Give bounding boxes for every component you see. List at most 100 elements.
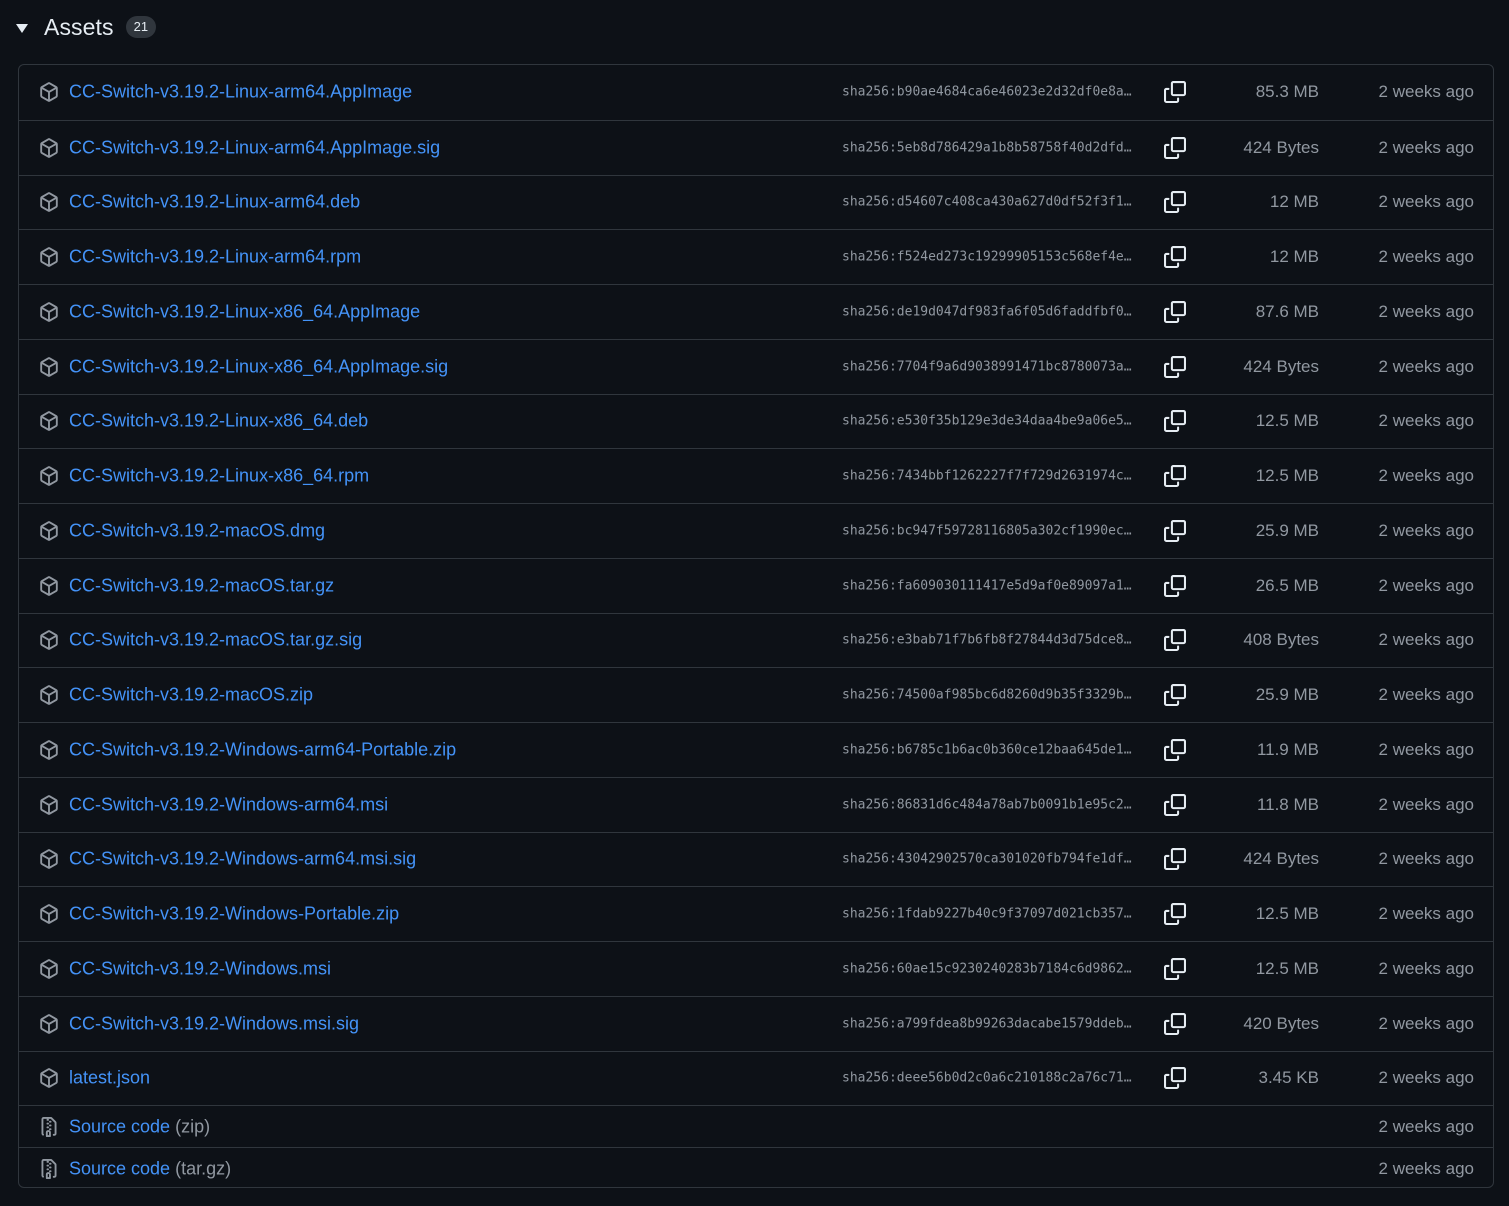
source-code-date: 2 weeks ago	[1378, 1158, 1474, 1178]
asset-row: CC-Switch-v3.19.2-macOS.tar.gz.sig sha256…	[19, 612, 1493, 668]
asset-date: 2 weeks ago	[1378, 1013, 1474, 1033]
asset-link[interactable]: CC-Switch-v3.19.2-Linux-x86_64.deb	[69, 411, 368, 432]
asset-link[interactable]: CC-Switch-v3.19.2-macOS.tar.gz.sig	[69, 630, 362, 651]
asset-row: CC-Switch-v3.19.2-Windows-Portable.zip sh…	[19, 886, 1493, 941]
asset-date: 2 weeks ago	[1378, 192, 1474, 212]
asset-sha256: sha256:b6785c1b6ac0b360ce12baa645de1…	[842, 742, 1132, 758]
asset-link[interactable]: CC-Switch-v3.19.2-Windows-arm64.msi.sig	[69, 849, 416, 870]
asset-date: 2 weeks ago	[1378, 739, 1474, 759]
asset-sha256: sha256:de19d047df983fa6f05d6faddfbf0…	[842, 304, 1132, 320]
assets-list: CC-Switch-v3.19.2-Linux-arm64.AppImage sh…	[18, 64, 1494, 1188]
package-icon	[39, 575, 59, 596]
asset-row: CC-Switch-v3.19.2-Linux-arm64.deb sha256:…	[19, 174, 1493, 230]
asset-size: 424 Bytes	[1243, 356, 1319, 376]
asset-link[interactable]: CC-Switch-v3.19.2-Linux-arm64.deb	[69, 192, 360, 213]
asset-size: 424 Bytes	[1243, 849, 1319, 869]
asset-link[interactable]: CC-Switch-v3.19.2-Linux-x86_64.AppImage.…	[69, 356, 448, 377]
copy-icon[interactable]	[1164, 81, 1186, 104]
asset-link[interactable]: CC-Switch-v3.19.2-Linux-arm64.rpm	[69, 247, 361, 268]
source-code-link[interactable]: Source code (tar.gz)	[69, 1158, 231, 1179]
asset-link[interactable]: CC-Switch-v3.19.2-macOS.tar.gz	[69, 575, 334, 596]
asset-row: CC-Switch-v3.19.2-Linux-arm64.rpm sha256:…	[19, 229, 1493, 284]
asset-sha256: sha256:7434bbf1262227f7f729d2631974c…	[842, 468, 1132, 484]
asset-link[interactable]: CC-Switch-v3.19.2-Linux-x86_64.AppImage	[69, 301, 420, 322]
asset-size: 3.45 KB	[1258, 1068, 1320, 1088]
package-icon	[39, 685, 59, 705]
source-code-row: Source code (zip) 2 weeks ago	[19, 1105, 1493, 1147]
asset-size: 12.5 MB	[1255, 958, 1319, 978]
asset-sha256: sha256:5eb8d786429a1b8b58758f40d2dfd…	[842, 140, 1132, 156]
asset-size: 424 Bytes	[1243, 137, 1319, 157]
asset-row: CC-Switch-v3.19.2-Linux-arm64.AppImage.s…	[19, 119, 1493, 175]
copy-icon[interactable]	[1164, 246, 1186, 269]
asset-row: CC-Switch-v3.19.2-macOS.dmg sha256:bc947f…	[19, 503, 1493, 558]
asset-link[interactable]: CC-Switch-v3.19.2-macOS.zip	[69, 685, 313, 706]
package-icon	[39, 904, 59, 924]
copy-icon[interactable]	[1164, 410, 1186, 433]
asset-row: CC-Switch-v3.19.2-Linux-arm64.AppImage sh…	[19, 65, 1493, 120]
copy-icon[interactable]	[1164, 629, 1186, 652]
asset-link[interactable]: CC-Switch-v3.19.2-Windows-arm64.msi	[69, 794, 388, 815]
copy-icon[interactable]	[1164, 355, 1186, 378]
asset-date: 2 weeks ago	[1378, 904, 1474, 924]
asset-sha256: sha256:fa609030111417e5d9af0e89097a1…	[842, 578, 1132, 594]
triangle-down-icon[interactable]	[16, 24, 28, 33]
copy-icon[interactable]	[1164, 957, 1186, 980]
asset-link[interactable]: CC-Switch-v3.19.2-Windows-Portable.zip	[69, 904, 399, 925]
copy-icon[interactable]	[1164, 848, 1186, 871]
copy-icon[interactable]	[1164, 738, 1186, 761]
asset-link[interactable]: latest.json	[69, 1068, 150, 1089]
package-icon	[39, 521, 59, 541]
package-icon	[39, 740, 59, 760]
source-code-date: 2 weeks ago	[1378, 1116, 1474, 1136]
asset-size: 420 Bytes	[1243, 1013, 1319, 1033]
source-code-label: Source code	[69, 1158, 171, 1179]
copy-icon[interactable]	[1164, 574, 1186, 597]
source-code-format: (tar.gz)	[175, 1158, 232, 1179]
asset-date: 2 weeks ago	[1378, 849, 1474, 869]
asset-link[interactable]: CC-Switch-v3.19.2-Linux-arm64.AppImage	[69, 82, 412, 103]
package-icon	[39, 356, 59, 377]
asset-row: CC-Switch-v3.19.2-Windows.msi.sig sha256:…	[19, 995, 1493, 1051]
copy-icon[interactable]	[1164, 136, 1186, 159]
assets-title: Assets	[44, 13, 114, 40]
asset-sha256: sha256:43042902570ca301020fb794fe1df…	[842, 851, 1132, 867]
asset-sha256: sha256:f524ed273c19299905153c568ef4e…	[842, 249, 1132, 265]
copy-icon[interactable]	[1164, 903, 1186, 926]
asset-date: 2 weeks ago	[1378, 794, 1474, 814]
package-icon	[39, 1013, 59, 1034]
asset-link[interactable]: CC-Switch-v3.19.2-Windows.msi.sig	[69, 1013, 359, 1034]
source-code-label: Source code	[69, 1116, 171, 1137]
asset-sha256: sha256:74500af985bc6d8260d9b35f3329b…	[842, 687, 1132, 703]
package-icon	[39, 82, 59, 103]
asset-date: 2 weeks ago	[1378, 301, 1474, 321]
asset-sha256: sha256:e3bab71f7b6fb8f27844d3d75dce8…	[842, 632, 1132, 648]
asset-link[interactable]: CC-Switch-v3.19.2-Linux-x86_64.rpm	[69, 466, 369, 487]
copy-icon[interactable]	[1164, 1012, 1186, 1035]
asset-link[interactable]: CC-Switch-v3.19.2-macOS.dmg	[69, 520, 325, 541]
asset-size: 25.9 MB	[1255, 520, 1319, 540]
source-code-row: Source code (tar.gz) 2 weeks ago	[19, 1147, 1493, 1187]
asset-link[interactable]: CC-Switch-v3.19.2-Windows.msi	[69, 958, 331, 979]
package-icon	[39, 849, 59, 870]
copy-icon[interactable]	[1164, 465, 1186, 488]
copy-icon[interactable]	[1164, 684, 1186, 707]
asset-sha256: sha256:bc947f59728116805a302cf1990ec…	[842, 523, 1132, 539]
package-icon	[39, 192, 59, 213]
source-code-link[interactable]: Source code (zip)	[69, 1116, 210, 1137]
copy-icon[interactable]	[1164, 1067, 1186, 1090]
asset-sha256: sha256:86831d6c484a78ab7b0091b1e95c2…	[842, 797, 1132, 813]
asset-size: 12.5 MB	[1255, 904, 1319, 924]
assets-header[interactable]: Assets 21	[16, 8, 157, 46]
asset-date: 2 weeks ago	[1378, 247, 1474, 267]
copy-icon[interactable]	[1164, 519, 1186, 542]
asset-size: 408 Bytes	[1243, 630, 1319, 650]
asset-date: 2 weeks ago	[1378, 137, 1474, 157]
asset-row: CC-Switch-v3.19.2-Windows-arm64-Portable…	[19, 722, 1493, 777]
copy-icon[interactable]	[1164, 191, 1186, 214]
copy-icon[interactable]	[1164, 793, 1186, 816]
asset-link[interactable]: CC-Switch-v3.19.2-Windows-arm64-Portable…	[69, 739, 456, 760]
asset-link[interactable]: CC-Switch-v3.19.2-Linux-arm64.AppImage.s…	[69, 137, 440, 158]
asset-date: 2 weeks ago	[1378, 685, 1474, 705]
copy-icon[interactable]	[1164, 300, 1186, 323]
